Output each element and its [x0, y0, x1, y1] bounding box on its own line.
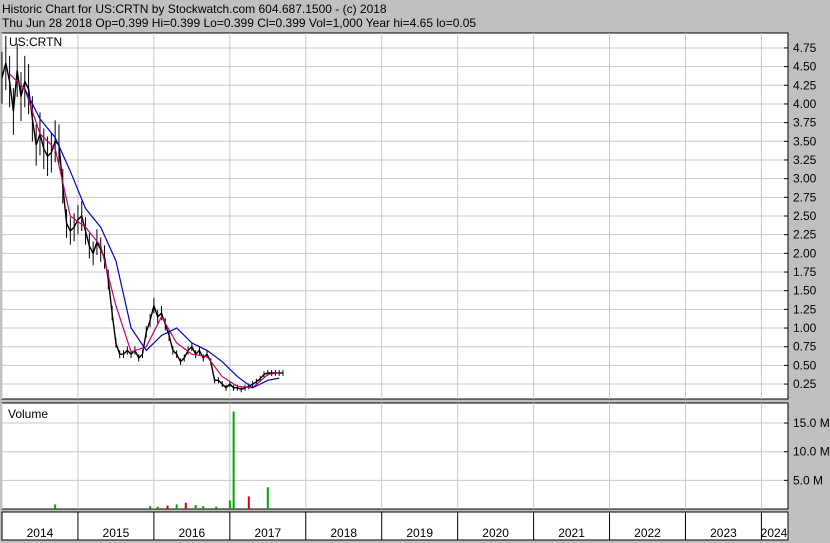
price-tick-label: 1.25 — [793, 302, 817, 316]
price-tick-label: 0.75 — [793, 340, 817, 354]
volume-bar — [194, 504, 197, 509]
price-tick-label: 1.00 — [793, 321, 817, 335]
price-tick-label: 4.00 — [793, 97, 817, 111]
year-tick-label: 2020 — [482, 526, 509, 540]
price-tick-label: 4.50 — [793, 60, 817, 74]
volume-bar — [149, 506, 152, 509]
volume-bar — [54, 504, 57, 509]
price-tick-label: 3.25 — [793, 153, 817, 167]
header-quote: Thu Jun 28 2018 Op=0.399 Hi=0.399 Lo=0.3… — [2, 16, 476, 30]
volume-tick-label: 15.0 M — [793, 416, 830, 430]
year-tick-label: 2024 — [761, 526, 788, 540]
year-tick-label: 2022 — [634, 526, 661, 540]
price-tick-label: 0.25 — [793, 377, 817, 391]
volume-bar — [232, 411, 235, 509]
year-tick-label: 2018 — [330, 526, 357, 540]
price-tick-label: 2.25 — [793, 228, 817, 242]
year-tick-label: 2017 — [254, 526, 281, 540]
price-tick-label: 2.50 — [793, 209, 817, 223]
volume-bar — [175, 504, 178, 509]
volume-bar — [184, 502, 187, 509]
year-tick-label: 2019 — [406, 526, 433, 540]
price-tick-label: 2.00 — [793, 246, 817, 260]
volume-bar — [202, 506, 205, 509]
volume-bar — [228, 500, 231, 509]
price-tick-label: 0.50 — [793, 358, 817, 372]
volume-bar — [156, 506, 159, 509]
header-title: Historic Chart for US:CRTN by Stockwatch… — [2, 2, 387, 16]
stock-chart: Historic Chart for US:CRTN by Stockwatch… — [0, 0, 830, 543]
symbol-label: US:CRTN — [9, 35, 62, 49]
year-tick-label: 2023 — [710, 526, 737, 540]
price-tick-label: 2.75 — [793, 190, 817, 204]
price-tick-label: 3.75 — [793, 116, 817, 130]
volume-tick-label: 5.0 M — [793, 473, 823, 487]
year-tick-label: 2016 — [179, 526, 206, 540]
volume-bar — [266, 487, 269, 509]
price-tick-label: 4.25 — [793, 78, 817, 92]
volume-bar — [215, 506, 218, 509]
price-tick-label: 1.75 — [793, 265, 817, 279]
volume-panel-title: Volume — [8, 407, 48, 421]
price-tick-label: 3.50 — [793, 134, 817, 148]
year-tick-label: 2015 — [103, 526, 130, 540]
volume-panel — [1, 402, 789, 510]
price-tick-label: 4.75 — [793, 41, 817, 55]
volume-tick-label: 10.0 M — [793, 445, 830, 459]
volume-bar — [166, 505, 169, 509]
price-tick-label: 1.50 — [793, 284, 817, 298]
price-tick-label: 3.00 — [793, 172, 817, 186]
year-tick-label: 2014 — [27, 526, 54, 540]
volume-bar — [247, 496, 250, 509]
year-tick-label: 2021 — [558, 526, 585, 540]
